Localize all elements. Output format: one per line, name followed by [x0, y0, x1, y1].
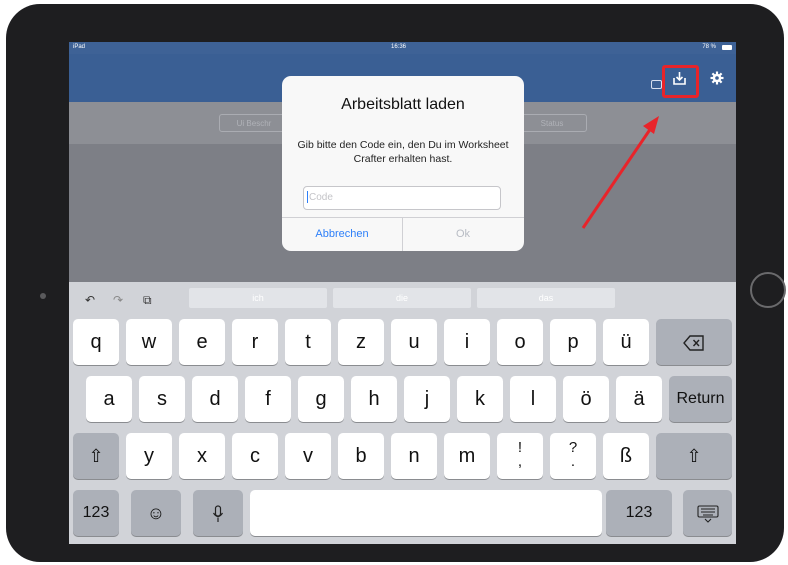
key-w[interactable]: w	[126, 319, 172, 365]
key-u[interactable]: u	[391, 319, 437, 365]
key-p[interactable]: p	[550, 319, 596, 365]
key-k[interactable]: k	[457, 376, 503, 422]
emoji-key[interactable]: ☺	[131, 490, 181, 536]
camera	[40, 293, 46, 299]
key-r[interactable]: r	[232, 319, 278, 365]
hide-keyboard-key[interactable]	[683, 490, 732, 536]
key-x[interactable]: x	[179, 433, 225, 479]
key-n[interactable]: n	[391, 433, 437, 479]
space-key[interactable]	[250, 490, 602, 536]
home-button[interactable]	[750, 272, 786, 308]
screen: iPad 16:36 78 % Ui Beschr Status Arbeits…	[69, 42, 736, 544]
red-arrow	[581, 116, 659, 229]
microphone-icon	[212, 505, 224, 522]
key-j[interactable]: j	[404, 376, 450, 422]
shift-icon: ⇧	[686, 446, 702, 466]
key-c[interactable]: c	[232, 433, 278, 479]
key-ae[interactable]: ä	[616, 376, 662, 422]
shift-icon: ⇧	[88, 446, 104, 466]
key-g[interactable]: g	[298, 376, 344, 422]
key-b[interactable]: b	[338, 433, 384, 479]
key-f[interactable]: f	[245, 376, 291, 422]
key-l[interactable]: l	[510, 376, 556, 422]
keyboard: ↶ ↷ ⧉ ich die das q w e r t z u i o p ü …	[69, 282, 736, 544]
undo-icon[interactable]: ↶	[85, 293, 95, 307]
key-ue[interactable]: ü	[603, 319, 649, 365]
key-s[interactable]: s	[139, 376, 185, 422]
paste-icon[interactable]: ⧉	[143, 293, 152, 308]
key-e[interactable]: e	[179, 319, 225, 365]
return-key[interactable]: Return	[669, 376, 732, 422]
dictation-key[interactable]	[193, 490, 243, 536]
key-q[interactable]: q	[73, 319, 119, 365]
key-t[interactable]: t	[285, 319, 331, 365]
key-question-period[interactable]: ? .	[550, 433, 596, 479]
key-d[interactable]: d	[192, 376, 238, 422]
key-h[interactable]: h	[351, 376, 397, 422]
shift-key-right[interactable]: ⇧	[656, 433, 732, 479]
key-i[interactable]: i	[444, 319, 490, 365]
key-m[interactable]: m	[444, 433, 490, 479]
key-oe[interactable]: ö	[563, 376, 609, 422]
key-a[interactable]: a	[86, 376, 132, 422]
suggestion-1[interactable]: ich	[189, 288, 327, 308]
key-o[interactable]: o	[497, 319, 543, 365]
shift-key-left[interactable]: ⇧	[73, 433, 119, 479]
ipad-frame: iPad 16:36 78 % Ui Beschr Status Arbeits…	[6, 4, 786, 562]
backspace-icon	[683, 335, 704, 351]
key-y[interactable]: y	[126, 433, 172, 479]
suggestion-3[interactable]: das	[477, 288, 615, 308]
key-z[interactable]: z	[338, 319, 384, 365]
key-eszett[interactable]: ß	[603, 433, 649, 479]
keyboard-hide-icon	[696, 505, 719, 523]
numbers-key-left[interactable]: 123	[73, 490, 119, 536]
suggestion-2[interactable]: die	[333, 288, 471, 308]
redo-icon[interactable]: ↷	[113, 293, 123, 307]
numbers-key-right[interactable]: 123	[606, 490, 672, 536]
key-v[interactable]: v	[285, 433, 331, 479]
key-exclamation-comma[interactable]: ! ,	[497, 433, 543, 479]
emoji-icon: ☺	[146, 503, 166, 523]
backspace-key[interactable]	[656, 319, 732, 365]
